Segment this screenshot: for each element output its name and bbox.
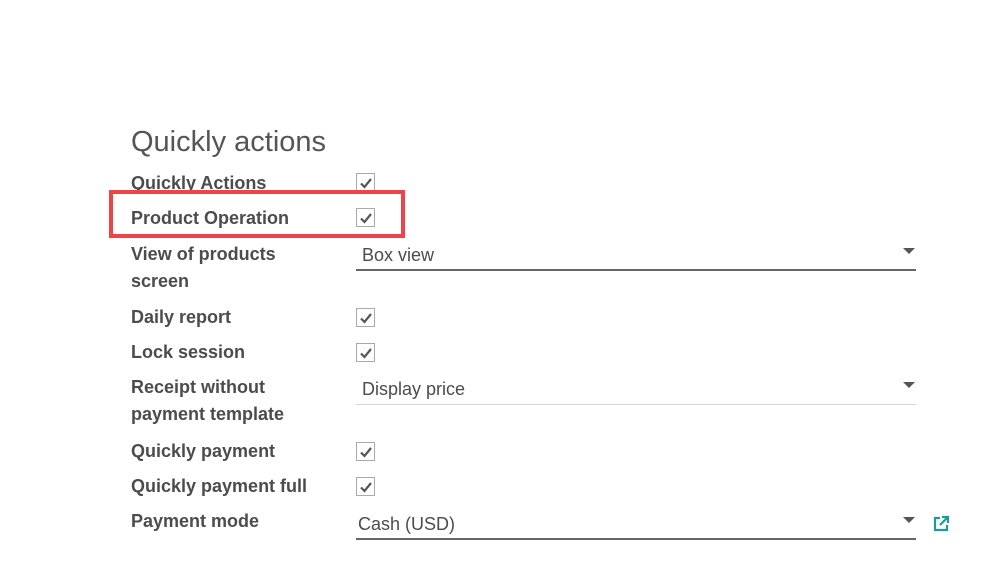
- view-of-products-screen-label-line1: View of products: [131, 244, 276, 264]
- payment-mode-label: Payment mode: [131, 511, 260, 531]
- check-icon: [359, 312, 372, 324]
- caret-down-icon: [903, 382, 915, 388]
- check-icon: [359, 347, 372, 359]
- check-icon: [359, 481, 372, 493]
- quickly-payment-label: Quickly payment: [131, 441, 276, 461]
- quickly-actions-checkbox[interactable]: [356, 173, 375, 192]
- payment-mode-value: Cash (USD): [358, 514, 456, 534]
- caret-down-icon: [903, 517, 915, 523]
- quickly-payment-full-checkbox[interactable]: [356, 477, 375, 496]
- product-operation-checkbox[interactable]: [356, 208, 375, 227]
- quickly-payment-checkbox[interactable]: [356, 442, 375, 461]
- lock-session-label: Lock session: [131, 342, 246, 362]
- check-icon: [359, 446, 372, 458]
- lock-session-checkbox[interactable]: [356, 343, 375, 362]
- section-title: Quickly actions: [131, 126, 327, 158]
- receipt-without-payment-template-label-line1: Receipt without: [131, 377, 265, 397]
- view-of-products-screen-select[interactable]: Box view: [356, 241, 916, 271]
- receipt-without-payment-template-label: Receipt without payment template: [131, 374, 284, 428]
- receipt-without-payment-template-label-line2: payment template: [131, 404, 285, 424]
- caret-down-icon: [903, 248, 915, 254]
- product-operation-label: Product Operation: [131, 208, 290, 228]
- quickly-payment-full-label: Quickly payment full: [131, 476, 308, 496]
- view-of-products-screen-value: Box view: [362, 245, 435, 265]
- payment-mode-select[interactable]: Cash (USD): [356, 510, 916, 540]
- check-icon: [359, 177, 372, 189]
- daily-report-checkbox[interactable]: [356, 308, 375, 327]
- receipt-without-payment-template-value: Display price: [362, 379, 466, 399]
- external-link-icon[interactable]: [931, 514, 951, 534]
- view-of-products-screen-label-line2: screen: [131, 271, 190, 291]
- daily-report-label: Daily report: [131, 307, 232, 327]
- view-of-products-screen-label: View of products screen: [131, 241, 276, 295]
- quickly-actions-label: Quickly Actions: [131, 173, 267, 193]
- check-icon: [359, 212, 372, 224]
- receipt-without-payment-template-select[interactable]: Display price: [356, 375, 916, 405]
